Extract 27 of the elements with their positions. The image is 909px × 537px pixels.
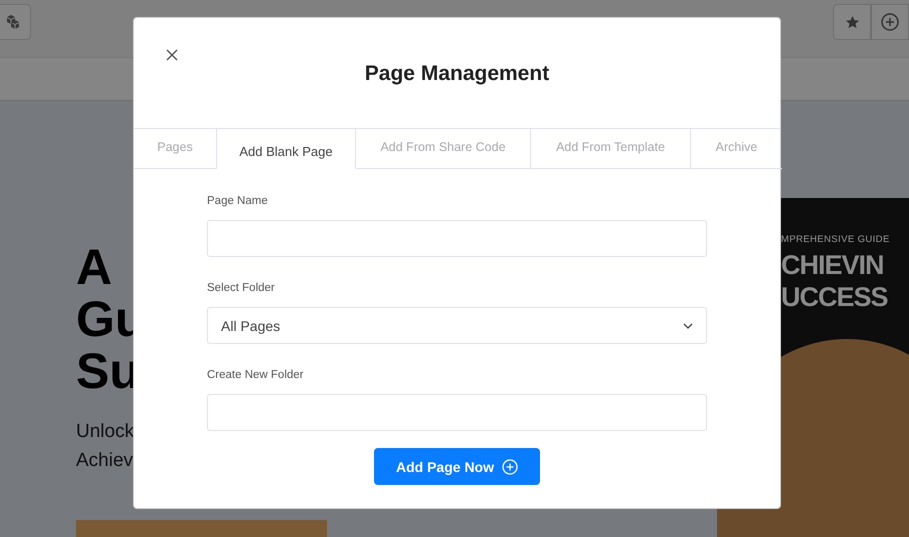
field-label: Select Folder	[207, 282, 276, 296]
field-label: Create New Folder	[207, 369, 305, 383]
subtitle-line: Achiev	[76, 449, 134, 473]
book-kicker: MPREHENSIVE GUIDE	[781, 234, 890, 245]
plus-circle-icon	[502, 458, 518, 474]
star-icon	[846, 16, 858, 28]
add-page-button[interactable]: Add Page Now	[374, 448, 540, 485]
tab[interactable]: Add From Template	[531, 129, 691, 169]
close-icon[interactable]	[165, 48, 179, 62]
add-button[interactable]	[871, 4, 909, 40]
book-title-line: CHIEVIN	[781, 249, 884, 281]
chevron-down-icon	[683, 322, 693, 328]
tab[interactable]: Add Blank Page	[217, 129, 356, 169]
tab[interactable]: Add From Share Code	[356, 129, 531, 169]
input-field[interactable]	[207, 220, 707, 257]
headline-line: A	[76, 241, 112, 293]
book-title-line: UCCESS	[781, 281, 888, 313]
tab[interactable]: Archive	[691, 129, 782, 169]
subtitle-line: Unlock	[76, 420, 134, 444]
favorite-button[interactable]	[833, 4, 871, 40]
toolbar-button[interactable]	[0, 4, 31, 40]
modal-title: Page Management	[364, 62, 550, 86]
field-label: Page Name	[207, 195, 269, 209]
folder-dropdown[interactable]: All Pages	[207, 307, 707, 344]
plus-circle-icon	[881, 13, 899, 31]
tab[interactable]: Pages	[134, 129, 217, 169]
input-field[interactable]	[207, 394, 707, 431]
